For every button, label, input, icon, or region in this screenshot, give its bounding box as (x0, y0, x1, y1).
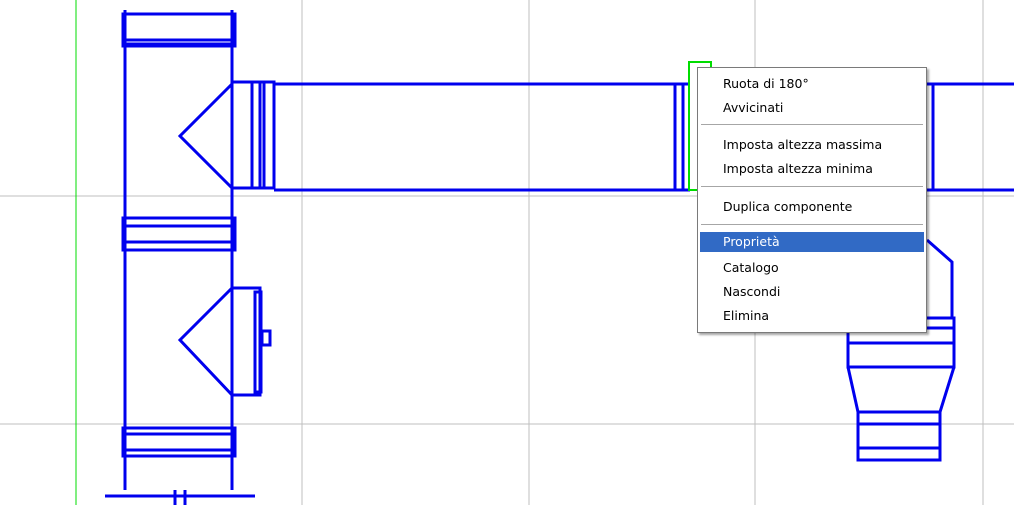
menu-item-zoom-in[interactable]: Avvicinati (700, 98, 924, 118)
menu-separator (701, 224, 923, 225)
menu-item-delete[interactable]: Elimina (700, 306, 924, 326)
menu-item-rotate[interactable]: Ruota di 180° (700, 74, 924, 94)
menu-item-properties[interactable]: Proprietà (700, 232, 924, 252)
menu-item-hide[interactable]: Nascondi (700, 282, 924, 302)
menu-item-label: Ruota di 180° (723, 76, 809, 91)
context-menu: Ruota di 180° Avvicinati Imposta altezza… (697, 67, 927, 333)
menu-item-set-max-height[interactable]: Imposta altezza massima (700, 135, 924, 155)
menu-item-label: Avvicinati (723, 100, 784, 115)
menu-item-label: Catalogo (723, 260, 779, 275)
vertical-flue-pipe[interactable] (105, 10, 272, 505)
menu-item-set-min-height[interactable]: Imposta altezza minima (700, 159, 924, 179)
menu-item-label: Duplica componente (723, 199, 853, 214)
menu-item-label: Proprietà (723, 234, 780, 249)
menu-item-catalog[interactable]: Catalogo (700, 258, 924, 278)
menu-item-label: Imposta altezza massima (723, 137, 883, 152)
menu-separator (701, 186, 923, 187)
menu-item-label: Nascondi (723, 284, 781, 299)
menu-item-label: Elimina (723, 308, 770, 323)
menu-item-label: Imposta altezza minima (723, 161, 873, 176)
menu-separator (701, 124, 923, 125)
menu-item-duplicate-component[interactable]: Duplica componente (700, 197, 924, 217)
